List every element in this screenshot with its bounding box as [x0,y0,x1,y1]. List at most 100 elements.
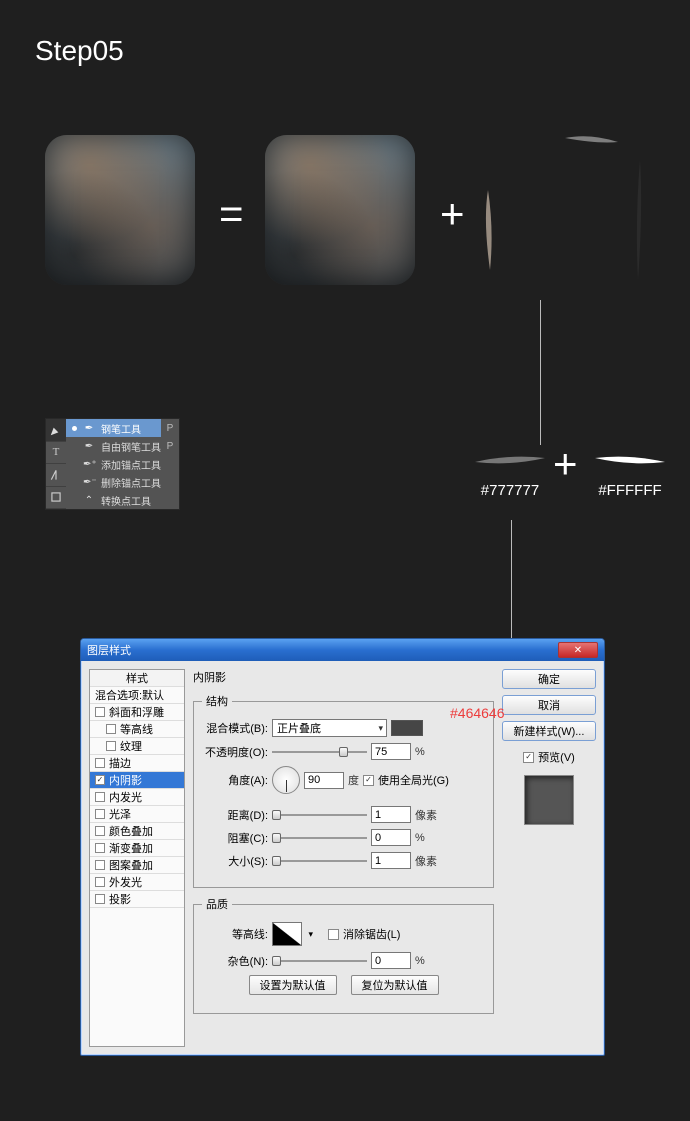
shortcut [161,455,179,473]
style-pattern-overlay[interactable]: 图案叠加 [90,857,184,874]
opacity-input[interactable]: 75 [371,743,411,760]
tool-flyout-list: ✒钢笔工具 ✒自由钢笔工具 ✒⁺添加锚点工具 ✒⁻删除锚点工具 ⌃转换点工具 [66,419,161,509]
contour-label: 等高线: [202,926,268,942]
noise-input[interactable]: 0 [371,952,411,969]
tool-label: 钢笔工具 [101,421,141,436]
opacity-label: 不透明度(O): [202,744,268,760]
tool-panel: T ✒钢笔工具 ✒自由钢笔工具 ✒⁺添加锚点工具 ✒⁻删除锚点工具 ⌃转换点工具… [45,418,180,510]
center-pane: 内阴影 结构 混合模式(B): 正片叠底 不透明度(O): 75 % 角度(A)… [193,669,494,1047]
set-default-button[interactable]: 设置为默认值 [249,975,337,995]
stroke-shape-gray [470,450,550,474]
tool-label: 添加锚点工具 [101,457,161,472]
panel-title: 内阴影 [193,669,494,685]
path-tool-slot[interactable] [46,464,66,487]
noise-unit: % [415,955,425,967]
shortcut: P [161,437,179,455]
distance-slider[interactable] [272,807,367,823]
ok-button[interactable]: 确定 [502,669,596,689]
tool-item-add-anchor[interactable]: ✒⁺添加锚点工具 [66,455,161,473]
texture-result [45,135,195,285]
texture-base [265,135,415,285]
style-gradient-overlay[interactable]: 渐变叠加 [90,840,184,857]
type-tool-slot[interactable]: T [46,442,66,465]
opacity-slider[interactable] [272,744,367,760]
style-blend-options[interactable]: 混合选项:默认 [90,687,184,704]
distance-label: 距离(D): [202,807,268,823]
shadow-color-swatch[interactable] [391,720,423,736]
structure-group: 结构 混合模式(B): 正片叠底 不透明度(O): 75 % 角度(A): 90 [193,693,494,888]
style-texture[interactable]: 纹理 [90,738,184,755]
quality-group: 品质 等高线: 消除锯齿(L) 杂色(N): 0 % 设置为默认值 复位为默认值 [193,896,494,1014]
angle-unit: 度 [348,772,359,788]
noise-slider[interactable] [272,953,367,969]
angle-input[interactable]: 90 [304,772,344,789]
quality-legend: 品质 [202,896,232,912]
tool-item-freeform-pen[interactable]: ✒自由钢笔工具 [66,437,161,455]
new-style-button[interactable]: 新建样式(W)... [502,721,596,741]
size-unit: 像素 [415,853,437,869]
style-contour[interactable]: 等高线 [90,721,184,738]
stroke-swatch-2: #FFFFFF [590,450,670,499]
size-slider[interactable] [272,853,367,869]
styles-header[interactable]: 样式 [90,670,184,687]
dialog-right-column: 确定 取消 新建样式(W)... 预览(V) [502,669,596,1047]
structure-legend: 结构 [202,693,232,709]
style-bevel[interactable]: 斜面和浮雕 [90,704,184,721]
plus-sign-1: + [440,190,465,238]
distance-input[interactable]: 1 [371,806,411,823]
choke-input[interactable]: 0 [371,829,411,846]
choke-unit: % [415,832,425,844]
choke-slider[interactable] [272,830,367,846]
pen-tool-slot[interactable] [46,419,66,442]
noise-label: 杂色(N): [202,953,268,969]
style-stroke[interactable]: 描边 [90,755,184,772]
tool-item-convert-point[interactable]: ⌃转换点工具 [66,491,161,509]
antialias-checkbox[interactable] [328,929,339,940]
style-inner-glow[interactable]: 内发光 [90,789,184,806]
cancel-button[interactable]: 取消 [502,695,596,715]
blend-mode-combo[interactable]: 正片叠底 [272,719,387,737]
shortcut [161,473,179,491]
connector-line-2 [511,520,512,638]
tool-column: T [46,419,66,509]
layer-style-dialog: 图层样式 ✕ 样式 混合选项:默认 斜面和浮雕 等高线 纹理 描边 内阴影 内发… [80,638,605,1056]
shortcut: P [161,419,179,437]
tool-label: 删除锚点工具 [101,475,161,490]
preview-label: 预览(V) [538,749,575,765]
style-color-overlay[interactable]: 颜色叠加 [90,823,184,840]
angle-dial[interactable] [272,766,300,794]
tool-label: 转换点工具 [101,493,151,508]
tool-item-delete-anchor[interactable]: ✒⁻删除锚点工具 [66,473,161,491]
reset-default-button[interactable]: 复位为默认值 [351,975,439,995]
close-button[interactable]: ✕ [558,642,598,658]
antialias-label: 消除锯齿(L) [343,926,400,942]
tool-label: 自由钢笔工具 [101,439,161,454]
dialog-title: 图层样式 [87,642,131,658]
style-outer-glow[interactable]: 外发光 [90,874,184,891]
stroke-shape-white [590,450,670,474]
style-inner-shadow[interactable]: 内阴影 [90,772,184,789]
hex-annotation: #464646 [450,705,505,721]
highlight-composite [480,130,650,300]
style-drop-shadow[interactable]: 投影 [90,891,184,908]
blend-mode-label: 混合模式(B): [202,720,268,736]
opacity-unit: % [415,746,425,758]
connector-line-1 [540,300,541,445]
preview-swatch [524,775,574,825]
choke-label: 阻塞(C): [202,830,268,846]
shortcut-column: P P [161,419,179,509]
dialog-titlebar[interactable]: 图层样式 ✕ [81,639,604,661]
size-input[interactable]: 1 [371,852,411,869]
preview-checkbox[interactable] [523,752,534,763]
swatch-hex-1: #777777 [481,482,539,499]
shape-tool-slot[interactable] [46,487,66,510]
contour-picker[interactable] [272,922,302,946]
style-satin[interactable]: 光泽 [90,806,184,823]
global-light-checkbox[interactable] [363,775,374,786]
distance-unit: 像素 [415,807,437,823]
tool-item-pen[interactable]: ✒钢笔工具 [66,419,161,437]
swatch-hex-2: #FFFFFF [598,482,661,499]
size-label: 大小(S): [202,853,268,869]
global-light-label: 使用全局光(G) [378,772,449,788]
shortcut [161,491,179,509]
